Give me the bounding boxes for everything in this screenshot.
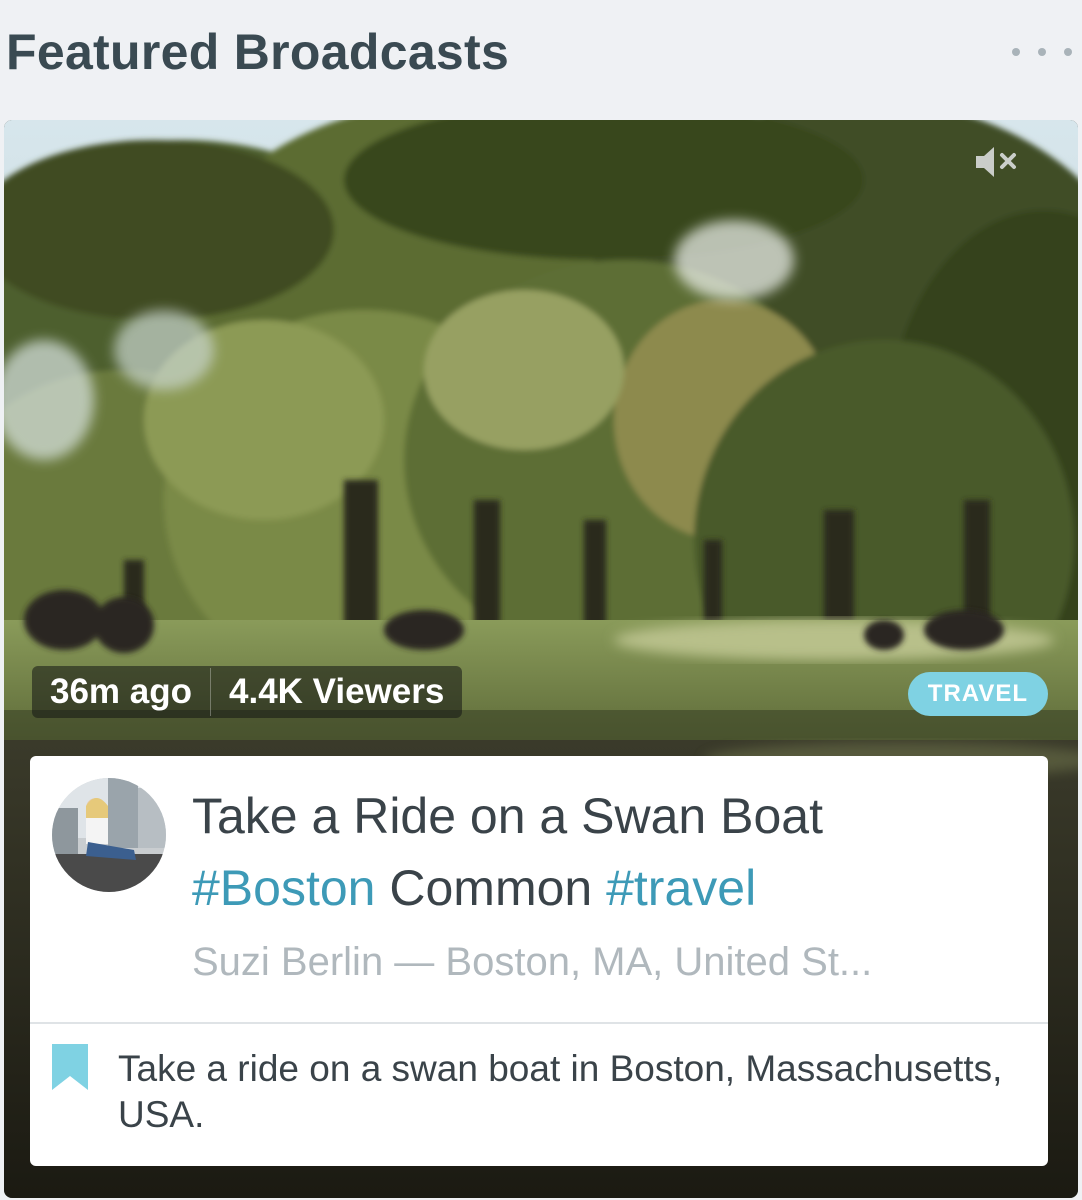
broadcaster-avatar-image (52, 778, 166, 892)
title-text-2: Common (375, 860, 607, 916)
more-dots-icon (1012, 48, 1020, 56)
speaker-muted-icon (976, 147, 1016, 177)
title-text: Take a Ride on a Swan Boat (192, 788, 823, 844)
broadcaster-location[interactable]: Suzi Berlin — Boston, MA, United St... (192, 940, 1022, 985)
time-ago: 36m ago (50, 672, 192, 711)
broadcast-stats: 36m ago 4.4K Viewers (32, 666, 463, 718)
section-header: Featured Broadcasts (0, 0, 1082, 110)
mute-toggle-button[interactable] (970, 142, 1030, 182)
hashtag-boston[interactable]: #Boston (192, 860, 375, 916)
stats-divider (210, 668, 211, 716)
divider (30, 1022, 1048, 1024)
category-badge[interactable]: TRAVEL (907, 672, 1048, 716)
broadcast-info-panel[interactable]: Take a Ride on a Swan Boat #Boston Commo… (30, 756, 1048, 1166)
broadcast-description: Take a ride on a swan boat in Boston, Ma… (118, 1048, 1003, 1135)
more-dot (1064, 48, 1072, 56)
avatar[interactable] (52, 778, 166, 892)
broadcast-title[interactable]: Take a Ride on a Swan Boat #Boston Commo… (192, 780, 1022, 924)
featured-broadcasts-page: Featured Broadcasts 36m ago 4.4K Viewers… (0, 0, 1082, 1200)
more-options-button[interactable] (1012, 36, 1072, 68)
broadcast-card[interactable]: 36m ago 4.4K Viewers TRAVEL Take a Ride … (4, 120, 1078, 1198)
more-dot (1038, 48, 1046, 56)
viewer-count: 4.4K Viewers (229, 672, 445, 711)
bookmark-icon (52, 1044, 88, 1090)
section-title: Featured Broadcasts (6, 24, 510, 80)
hashtag-travel[interactable]: #travel (606, 860, 756, 916)
